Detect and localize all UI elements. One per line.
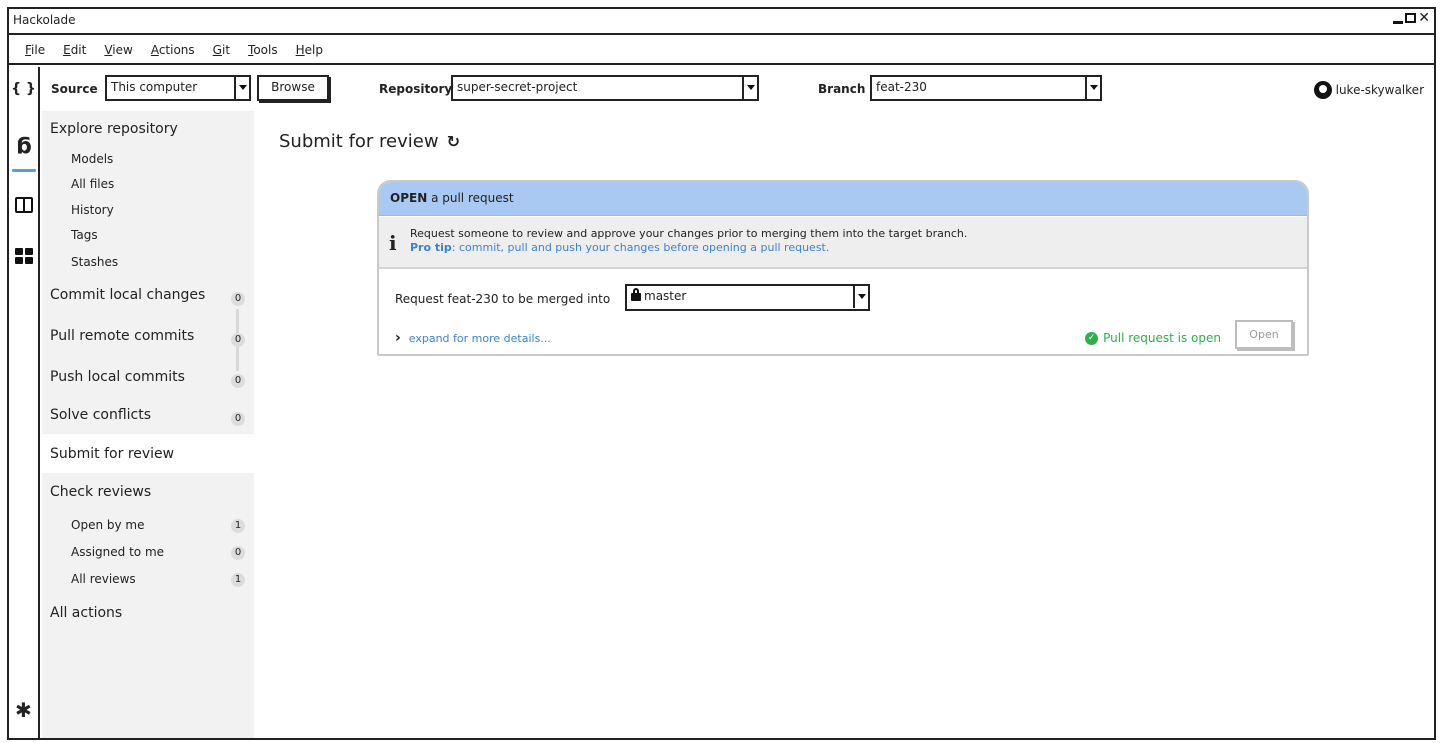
sidebar-submit[interactable]: Submit for review bbox=[50, 446, 174, 462]
open-by-me-badge: 1 bbox=[231, 519, 245, 533]
check-circle-icon: ✓ bbox=[1085, 331, 1099, 345]
main-content: Submit for review ↻ OPEN a pull request … bbox=[254, 111, 1434, 738]
pr-status-text: Pull request is open bbox=[1103, 331, 1221, 345]
git-branch-icon[interactable]: ᵷ bbox=[13, 130, 35, 155]
target-branch-value: master bbox=[631, 287, 686, 303]
panel-icon[interactable] bbox=[13, 194, 35, 216]
sidebar-item-all-files[interactable]: All files bbox=[71, 177, 114, 191]
info-icon: i bbox=[389, 231, 397, 255]
title-bar: Hackolade ✕ bbox=[9, 9, 1434, 35]
sidebar-item-history[interactable]: History bbox=[71, 203, 114, 217]
menu-help[interactable]: Help bbox=[296, 43, 323, 57]
sidebar: Explore repository Models All files Hist… bbox=[42, 111, 254, 738]
sidebar-item-models[interactable]: Models bbox=[71, 152, 113, 166]
dropdown-arrow-icon[interactable] bbox=[1085, 77, 1100, 99]
dropdown-arrow-icon[interactable] bbox=[853, 286, 868, 308]
source-value: This computer bbox=[111, 80, 198, 94]
open-button[interactable]: Open bbox=[1235, 320, 1293, 349]
commit-count-badge: 0 bbox=[231, 292, 245, 306]
all-reviews-badge: 1 bbox=[231, 573, 245, 587]
sidebar-all-actions[interactable]: All actions bbox=[50, 605, 122, 621]
toolbar: { } Source This computer Browse Reposito… bbox=[9, 67, 1434, 111]
card-header-text: OPEN a pull request bbox=[390, 191, 514, 205]
pull-count-badge: 0 bbox=[231, 333, 245, 347]
github-icon bbox=[1313, 81, 1332, 99]
window-title: Hackolade bbox=[13, 13, 76, 27]
sidebar-commit[interactable]: Commit local changes bbox=[50, 287, 205, 303]
dropdown-arrow-icon[interactable] bbox=[234, 77, 249, 99]
menu-file[interactable]: File bbox=[25, 43, 45, 57]
pro-tip: Pro tip: commit, pull and push your chan… bbox=[410, 241, 830, 254]
sidebar-item-assigned-to-me[interactable]: Assigned to me bbox=[71, 545, 164, 559]
push-count-badge: 0 bbox=[231, 374, 245, 388]
menu-tools[interactable]: Tools bbox=[248, 43, 278, 57]
sidebar-item-tags[interactable]: Tags bbox=[71, 228, 98, 242]
pull-request-card: OPEN a pull request i Request someone to… bbox=[377, 180, 1309, 356]
menu-edit[interactable]: Edit bbox=[63, 43, 86, 57]
menu-actions[interactable]: Actions bbox=[151, 43, 195, 57]
branch-select[interactable]: feat-230 bbox=[870, 75, 1102, 101]
browse-button[interactable]: Browse bbox=[257, 75, 329, 101]
info-text: Request someone to review and approve yo… bbox=[410, 227, 968, 240]
conflicts-count-badge: 0 bbox=[231, 412, 245, 426]
branch-label: Branch bbox=[818, 82, 866, 96]
menu-git[interactable]: Git bbox=[213, 43, 230, 57]
sidebar-check-reviews[interactable]: Check reviews bbox=[50, 484, 151, 500]
source-select[interactable]: This computer bbox=[105, 75, 251, 101]
sidebar-item-stashes[interactable]: Stashes bbox=[71, 255, 118, 269]
sidebar-item-all-reviews[interactable]: All reviews bbox=[71, 572, 136, 586]
sidebar-item-open-by-me[interactable]: Open by me bbox=[71, 518, 144, 532]
gear-icon[interactable]: ✱ bbox=[15, 698, 32, 722]
card-header: OPEN a pull request bbox=[379, 182, 1307, 216]
assigned-to-me-badge: 0 bbox=[231, 546, 245, 560]
branch-value: feat-230 bbox=[876, 80, 927, 94]
repository-select[interactable]: super-secret-project bbox=[451, 75, 759, 101]
minimize-icon[interactable] bbox=[1393, 20, 1404, 24]
user-account[interactable]: luke-skywalker bbox=[1313, 81, 1424, 99]
source-label: Source bbox=[51, 82, 98, 96]
pr-status: ✓ Pull request is open bbox=[1085, 331, 1221, 345]
expand-details-link[interactable]: › expand for more details... bbox=[395, 330, 551, 346]
sidebar-conflicts[interactable]: Solve conflicts bbox=[50, 407, 151, 423]
page-title-text: Submit for review bbox=[279, 131, 439, 152]
app-window: Hackolade ✕ File Edit View Actions Git T… bbox=[7, 7, 1436, 740]
dashboard-icon[interactable] bbox=[13, 245, 35, 267]
menu-view[interactable]: View bbox=[104, 43, 132, 57]
menu-bar: File Edit View Actions Git Tools Help bbox=[9, 37, 1434, 65]
username: luke-skywalker bbox=[1335, 83, 1424, 97]
target-branch-select[interactable]: master bbox=[625, 284, 870, 311]
active-indicator bbox=[12, 169, 36, 172]
left-rail: ᵷ ✱ bbox=[9, 111, 40, 738]
maximize-icon[interactable] bbox=[1405, 13, 1417, 23]
dropdown-arrow-icon[interactable] bbox=[742, 77, 757, 99]
close-icon[interactable]: ✕ bbox=[1418, 11, 1430, 25]
lock-icon bbox=[631, 287, 641, 301]
info-banner: i Request someone to review and approve … bbox=[379, 217, 1307, 269]
chevron-right-icon[interactable]: › bbox=[395, 330, 401, 346]
sidebar-explore[interactable]: Explore repository bbox=[50, 121, 178, 137]
refresh-icon[interactable]: ↻ bbox=[447, 132, 460, 151]
window-controls: ✕ bbox=[1393, 11, 1430, 25]
repository-label: Repository bbox=[379, 82, 453, 96]
repository-value: super-secret-project bbox=[457, 80, 578, 94]
braces-icon[interactable]: { } bbox=[9, 67, 40, 111]
sidebar-pull[interactable]: Pull remote commits bbox=[50, 328, 194, 344]
sidebar-push[interactable]: Push local commits bbox=[50, 369, 185, 385]
merge-request-label: Request feat-230 to be merged into bbox=[395, 292, 611, 306]
page-title: Submit for review ↻ bbox=[279, 131, 460, 152]
expand-details-text[interactable]: expand for more details... bbox=[409, 332, 551, 345]
